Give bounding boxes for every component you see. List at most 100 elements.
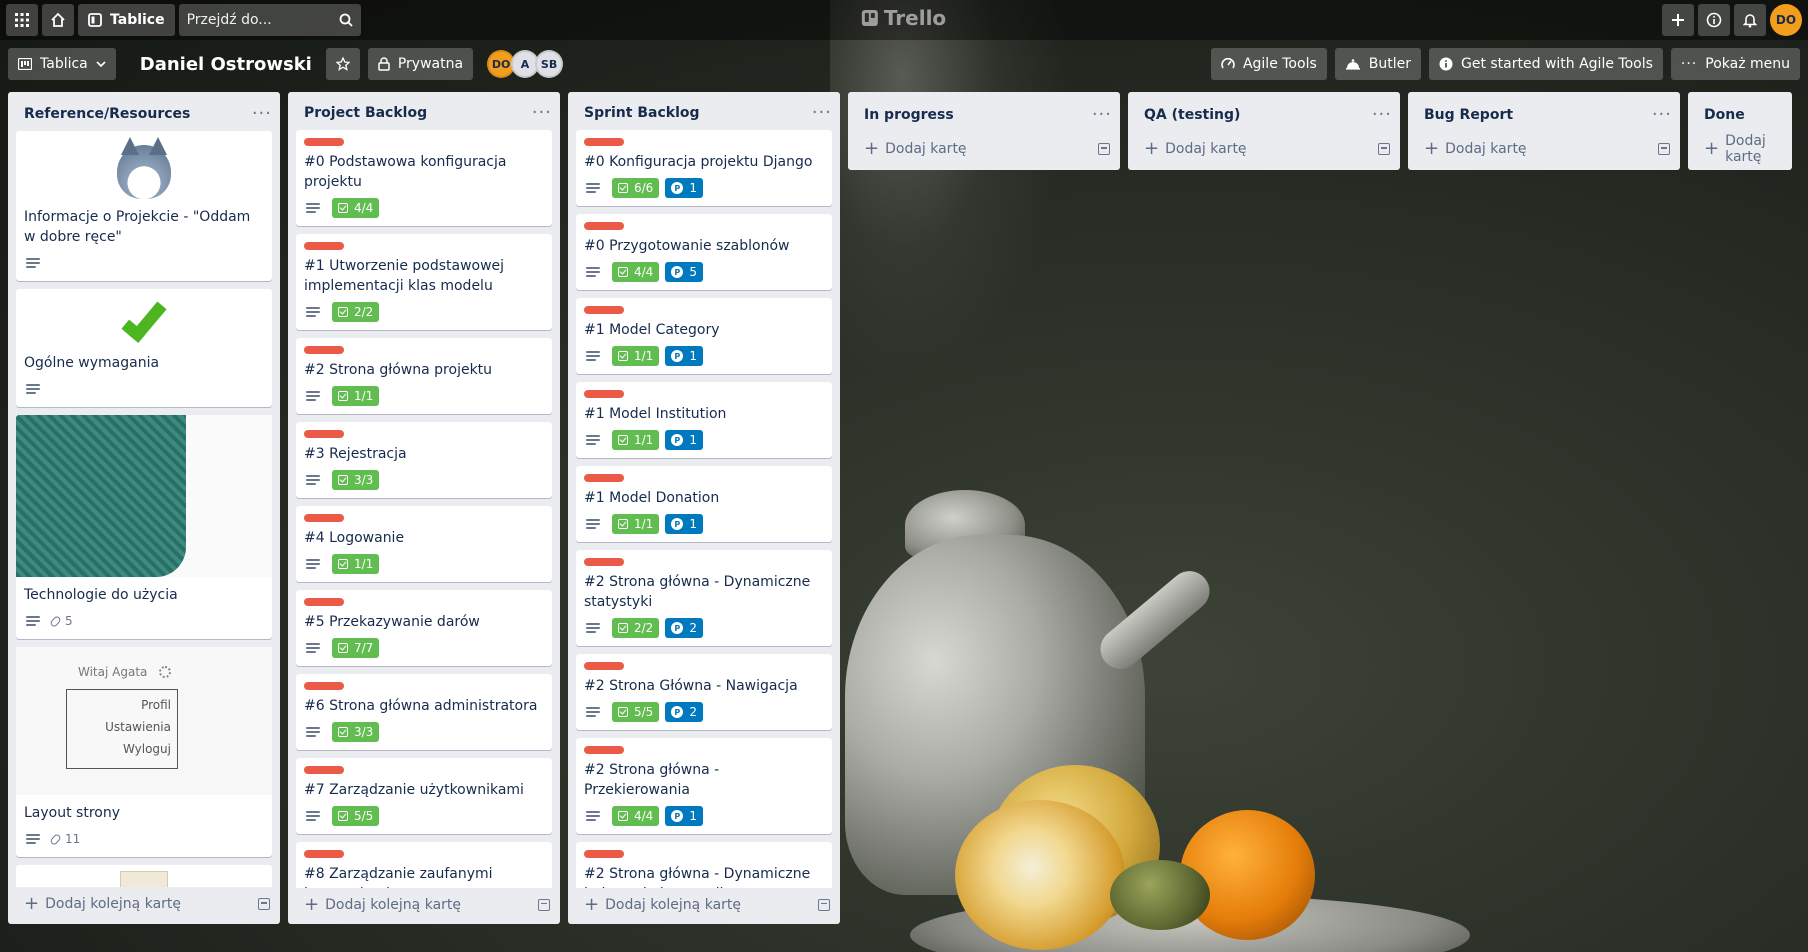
card[interactable]: Ogólne wymagania [16, 289, 272, 408]
add-card-button[interactable]: + Dodaj kolejną kartę [24, 895, 181, 913]
card-label-red [584, 306, 624, 315]
chevron-down-icon [96, 61, 106, 67]
card[interactable]: #8 Zarządzanie zaufanymi instytucjami4/4 [296, 842, 552, 888]
card-title: #1 Model Category [584, 322, 720, 339]
list-header[interactable]: Done [1688, 92, 1792, 132]
card-template-icon[interactable] [1378, 143, 1390, 155]
checklist-badge: 3/3 [332, 470, 380, 491]
mockup-menu-item: Wyloguj [123, 742, 171, 757]
card[interactable]: #4 Logowanie 1/1 [296, 506, 552, 583]
card[interactable]: #1 Utworzenie podstawowej implementacji … [296, 234, 552, 331]
card-title: #7 Zarządzanie użytkownikami [304, 782, 524, 799]
plus-icon: + [584, 893, 600, 915]
add-card-button[interactable]: + Dodaj kartę [1144, 140, 1247, 158]
card[interactable]: #3 Rejestracja 3/3 [296, 422, 552, 499]
list-qa-testing: QA (testing) ··· + Dodaj kartę [1128, 92, 1400, 170]
list-menu-icon[interactable]: ··· [1372, 106, 1392, 124]
list-menu-icon[interactable]: ··· [1652, 106, 1672, 124]
card[interactable]: #2 Strona główna projektu 1/1 [296, 338, 552, 415]
card[interactable]: Technologie do użycia 5 [16, 415, 272, 640]
list-title[interactable]: In progress [864, 107, 954, 123]
list-header[interactable]: Bug Report ··· [1408, 92, 1680, 132]
list-header[interactable]: QA (testing) ··· [1128, 92, 1400, 132]
card[interactable]: #2 Strona Główna - Nawigacja 5/5 P 2 [576, 654, 832, 731]
checklist-badge: 4/4 [332, 198, 380, 219]
mockup-menu-item: Profil [141, 698, 171, 713]
notifications-button[interactable] [1734, 4, 1766, 36]
list-title[interactable]: Reference/Resources [24, 106, 190, 122]
create-button[interactable] [1662, 4, 1694, 36]
add-card-button[interactable]: + Dodaj kolejną kartę [304, 895, 461, 913]
info-button[interactable] [1698, 4, 1730, 36]
list-cards: Informacje o Projekcie - "Oddam w dobre … [8, 131, 280, 887]
list-title[interactable]: QA (testing) [1144, 107, 1240, 123]
list-menu-icon[interactable]: ··· [1092, 106, 1112, 124]
add-card-button[interactable]: + Dodaj kartę [1704, 133, 1782, 165]
star-button[interactable] [325, 48, 360, 80]
card[interactable]: #0 Konfiguracja projektu Django 6/6 P 1 [576, 130, 832, 207]
list-title[interactable]: Project Backlog [304, 105, 427, 121]
card-template-icon[interactable] [1098, 143, 1110, 155]
butler-label: Butler [1368, 56, 1411, 72]
member-avatar[interactable]: SB [535, 50, 564, 78]
list-title[interactable]: Bug Report [1424, 107, 1513, 123]
card[interactable]: Witaj Agata Profil Ustawienia Wyloguj La… [16, 647, 272, 858]
plus-icon [1672, 14, 1684, 26]
show-menu-button[interactable]: ··· Pokaż menu [1670, 48, 1800, 80]
butler-button[interactable]: Butler [1334, 48, 1421, 80]
card[interactable]: #2 Strona główna - Dynamiczne ładowanie … [576, 842, 832, 888]
card[interactable]: #0 Przygotowanie szablonów 4/4 P 5 [576, 214, 832, 291]
board-view-switcher[interactable]: Tablica [8, 48, 116, 80]
add-card-button[interactable]: + Dodaj kartę [1424, 140, 1527, 158]
card[interactable]: Informacje o Projekcie - "Oddam w dobre … [16, 131, 272, 282]
attachments-badge: 11 [49, 832, 80, 846]
trello-logo[interactable]: Trello [861, 6, 946, 30]
agile-tools-button[interactable]: Agile Tools [1210, 48, 1327, 80]
list-title[interactable]: Done [1704, 107, 1745, 123]
card[interactable]: #2 Strona główna - Przekierowania 4/4 P 1 [576, 738, 832, 835]
list-reference-resources: Reference/Resources ··· Informacje o Pro… [8, 92, 280, 924]
card[interactable]: #6 Strona główna administratora 3/3 [296, 674, 552, 751]
card-template-icon[interactable] [818, 898, 830, 911]
list-header[interactable]: Reference/Resources ··· [8, 92, 280, 131]
list-footer: + Dodaj kartę [1408, 132, 1680, 170]
card-template-icon[interactable] [258, 898, 270, 911]
search-input[interactable] [186, 12, 339, 28]
list-menu-icon[interactable]: ··· [252, 104, 272, 122]
list-menu-icon[interactable]: ··· [812, 104, 832, 122]
list-header[interactable]: Project Backlog ··· [288, 92, 560, 130]
card[interactable]: #5 Przekazywanie darów 7/7 [296, 590, 552, 667]
more-dots-icon: ··· [1680, 56, 1698, 72]
search-box[interactable] [178, 4, 361, 36]
card-badges: 4/4 [304, 196, 544, 220]
list-header[interactable]: Sprint Backlog ··· [568, 92, 840, 130]
description-icon [586, 351, 600, 362]
card[interactable]: #1 Model Institution 1/1 P 1 [576, 382, 832, 459]
add-card-button[interactable]: + Dodaj kolejną kartę [584, 893, 741, 915]
card[interactable]: #7 Zarządzanie użytkownikami 5/5 [296, 758, 552, 835]
checklist-count: 6/6 [634, 181, 654, 196]
description-icon [306, 643, 320, 654]
boards-button[interactable]: Tablice [78, 4, 175, 36]
list-menu-icon[interactable]: ··· [532, 104, 552, 122]
checklist-badge: 5/5 [332, 806, 380, 827]
apps-button[interactable] [6, 4, 38, 36]
card-label-red [584, 558, 624, 567]
card[interactable]: #1 Model Category 1/1 P 1 [576, 298, 832, 375]
get-started-agile-tools-button[interactable]: Get started with Agile Tools [1428, 48, 1663, 80]
card[interactable] [16, 865, 272, 887]
home-button[interactable] [42, 4, 74, 36]
card[interactable]: #1 Model Donation 1/1 P 1 [576, 466, 832, 543]
story-points-value: 5 [689, 265, 697, 280]
visibility-button[interactable]: Prywatna [367, 48, 474, 80]
board-title[interactable]: Daniel Ostrowski [124, 54, 324, 75]
card[interactable]: #0 Podstawowa konfiguracja projektu 4/4 [296, 130, 552, 227]
list-header[interactable]: In progress ··· [848, 92, 1120, 132]
list-title[interactable]: Sprint Backlog [584, 105, 700, 121]
add-card-button[interactable]: + Dodaj kartę [864, 140, 967, 158]
card-template-icon[interactable] [538, 898, 550, 911]
card-template-icon[interactable] [1658, 143, 1670, 155]
user-avatar[interactable]: DO [1770, 4, 1802, 36]
card[interactable]: #2 Strona główna - Dynamiczne statystyki… [576, 550, 832, 647]
story-points-badge: P2 [665, 618, 703, 639]
